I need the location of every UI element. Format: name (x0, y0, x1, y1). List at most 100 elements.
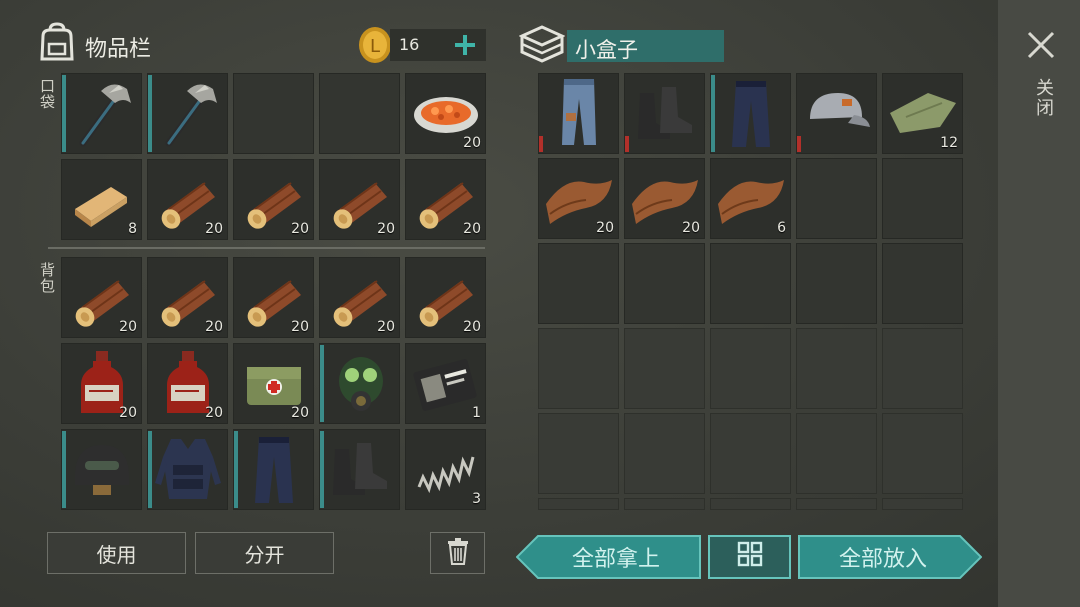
durability-bar (625, 136, 629, 152)
backpack-slot[interactable] (319, 343, 400, 424)
take-all-button[interactable]: 全部拿上 (516, 535, 701, 579)
backpack-slot[interactable] (233, 429, 314, 510)
container-slot[interactable] (882, 413, 963, 494)
durability-bar (711, 75, 715, 152)
container-slot[interactable] (538, 243, 619, 324)
container-slot[interactable] (796, 158, 877, 239)
close-icon[interactable] (1027, 31, 1055, 59)
backpack-slot[interactable]: 20 (319, 257, 400, 338)
backpack-slot[interactable]: 20 (147, 343, 228, 424)
backpack-slot[interactable] (147, 429, 228, 510)
item-quantity: 20 (291, 221, 309, 237)
pocket-slot[interactable]: 8 (61, 159, 142, 240)
container-slot[interactable] (624, 243, 705, 324)
container-slot[interactable] (796, 413, 877, 494)
container-slot[interactable]: 12 (882, 73, 963, 154)
durability-bar (148, 431, 152, 508)
durability-bar (320, 345, 324, 422)
backpack-slot[interactable]: 20 (61, 257, 142, 338)
item-quantity: 20 (463, 221, 481, 237)
item-quantity: 8 (128, 221, 137, 237)
item-quantity: 20 (377, 221, 395, 237)
pocket-slot[interactable] (147, 73, 228, 154)
durability-bar (62, 431, 66, 508)
container-slot[interactable] (710, 413, 791, 494)
sort-grid-button[interactable] (708, 535, 791, 579)
inventory-title: 物品栏 (85, 37, 152, 62)
backpack-slot[interactable]: 20 (147, 257, 228, 338)
pocket-slot[interactable] (61, 73, 142, 154)
trash-button[interactable] (430, 532, 485, 574)
durability-bar (148, 75, 152, 152)
container-slot[interactable] (882, 328, 963, 409)
container-slot[interactable] (538, 413, 619, 494)
container-slot[interactable] (796, 243, 877, 324)
item-quantity: 3 (472, 491, 481, 507)
container-slot[interactable]: 20 (538, 158, 619, 239)
backpack-slot[interactable]: 20 (233, 257, 314, 338)
container-slot[interactable] (624, 498, 705, 510)
pocket-slot[interactable] (319, 73, 400, 154)
container-slot[interactable] (624, 73, 705, 154)
pocket-slot[interactable]: 20 (319, 159, 400, 240)
item-quantity: 20 (205, 319, 223, 335)
container-title: 小盒子 (575, 38, 638, 62)
pocket-slot[interactable]: 20 (233, 159, 314, 240)
item-quantity: 20 (205, 221, 223, 237)
container-slot[interactable] (710, 328, 791, 409)
backpack-slot[interactable] (319, 429, 400, 510)
container-slot[interactable] (796, 328, 877, 409)
container-slot[interactable] (624, 328, 705, 409)
pocket-slot[interactable] (233, 73, 314, 154)
item-quantity: 20 (119, 319, 137, 335)
coin-icon: L (357, 26, 393, 64)
container-slot[interactable] (710, 243, 791, 324)
split-button[interactable]: 分开 (195, 532, 334, 574)
backpack-slot[interactable]: 3 (405, 429, 486, 510)
container-slot[interactable] (882, 158, 963, 239)
backpack-slot[interactable]: 20 (61, 343, 142, 424)
pocket-label: 口袋 (38, 78, 56, 110)
durability-bar (320, 431, 324, 508)
item-quantity: 20 (205, 405, 223, 421)
container-slot[interactable] (796, 73, 877, 154)
coin-count: 16 (399, 35, 420, 54)
backpack-slot[interactable] (61, 429, 142, 510)
durability-bar (234, 431, 238, 508)
item-quantity: 20 (119, 405, 137, 421)
container-slot[interactable] (538, 328, 619, 409)
container-slot[interactable] (538, 498, 619, 510)
backpack-slot[interactable]: 20 (405, 257, 486, 338)
grid-icon (737, 541, 763, 573)
item-quantity: 20 (596, 220, 614, 236)
put-all-label: 全部放入 (838, 547, 927, 572)
put-all-button[interactable]: 全部放入 (798, 535, 982, 579)
svg-text:L: L (370, 36, 380, 57)
item-quantity: 20 (463, 319, 481, 335)
trash-icon (447, 537, 469, 570)
use-button[interactable]: 使用 (47, 532, 186, 574)
pocket-slot[interactable]: 20 (147, 159, 228, 240)
container-slot[interactable] (624, 413, 705, 494)
durability-bar (797, 136, 801, 152)
container-slot[interactable] (882, 243, 963, 324)
close-label[interactable]: 关闭 (1030, 78, 1056, 118)
container-slot[interactable]: 20 (624, 158, 705, 239)
container-slot[interactable]: 6 (710, 158, 791, 239)
container-slot[interactable] (710, 498, 791, 510)
item-quantity: 20 (291, 319, 309, 335)
durability-bar (62, 75, 66, 152)
pocket-slot[interactable]: 20 (405, 159, 486, 240)
durability-bar (539, 136, 543, 152)
container-slot[interactable] (796, 498, 877, 510)
backpack-slot[interactable]: 20 (233, 343, 314, 424)
item-quantity: 20 (682, 220, 700, 236)
backpack-slot[interactable]: 1 (405, 343, 486, 424)
item-quantity: 20 (377, 319, 395, 335)
pocket-slot[interactable]: 20 (405, 73, 486, 154)
section-divider (48, 247, 485, 249)
container-slot[interactable] (882, 498, 963, 510)
add-coins-button[interactable] (452, 30, 478, 60)
container-slot[interactable] (710, 73, 791, 154)
container-slot[interactable] (538, 73, 619, 154)
